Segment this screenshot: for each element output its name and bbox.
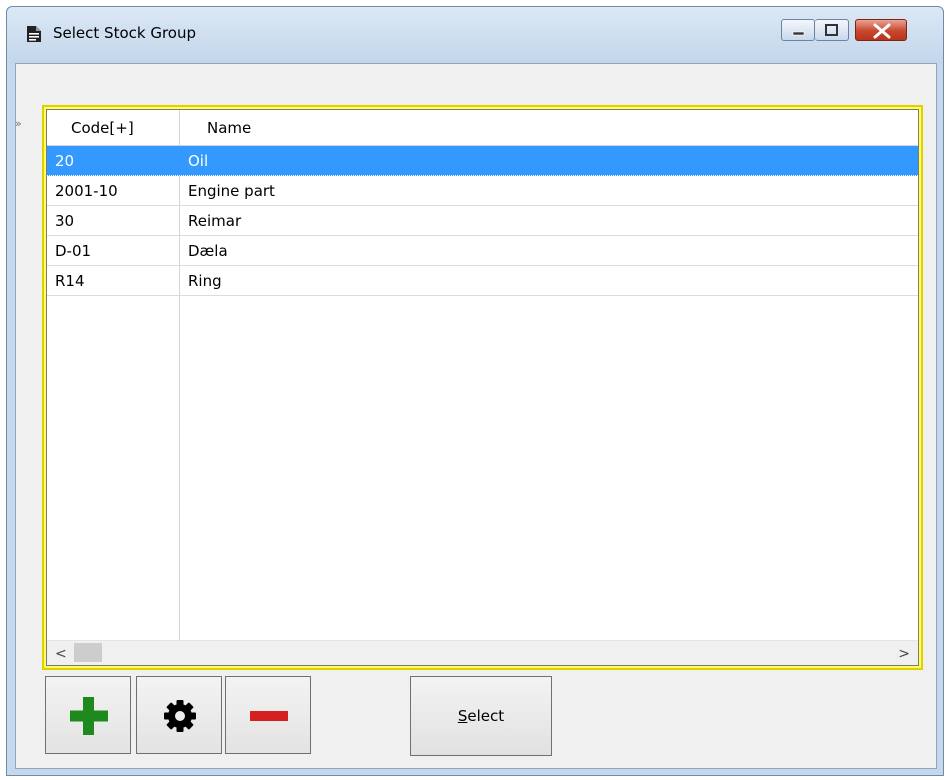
cell-name: Reimar [188,212,242,230]
minus-icon [250,711,288,721]
add-button[interactable] [45,676,131,754]
grid-expand-indicator[interactable]: » [15,117,22,130]
maximize-icon [825,24,838,36]
cell-code: 2001-10 [55,182,118,200]
table-row[interactable]: 20 Oil [47,146,918,176]
cell-name: Engine part [188,182,275,200]
table-row[interactable]: D-01 Dæla [47,236,918,266]
cell-code: R14 [55,272,85,290]
cell-code: 20 [55,152,75,170]
horizontal-scrollbar[interactable]: < > [47,640,918,665]
plus-icon [70,697,108,735]
settings-button[interactable] [136,676,222,754]
minimize-icon [792,31,805,36]
column-header-code[interactable]: Code[+] [71,119,134,137]
minimize-button[interactable] [781,19,815,41]
cell-code: 30 [55,212,75,230]
table-row[interactable]: 30 Reimar [47,206,918,236]
scroll-left-arrow-icon[interactable]: < [55,646,67,662]
select-button-accelerator: S [457,707,468,725]
stock-group-grid[interactable]: Code[+] Name 20 Oil 2001-10 Engine part … [46,109,919,666]
maximize-button[interactable] [815,19,849,41]
scroll-thumb[interactable] [74,643,102,662]
table-row[interactable]: 2001-10 Engine part [47,176,918,206]
grid-header: Code[+] Name [47,110,918,146]
document-icon [27,26,41,42]
gear-icon [164,700,196,732]
column-header-name[interactable]: Name [207,119,251,137]
scroll-right-arrow-icon[interactable]: > [898,646,910,662]
window-title: Select Stock Group [53,24,196,42]
title-bar[interactable]: Select Stock Group [7,7,943,63]
cell-name: Oil [188,152,209,170]
table-row[interactable]: R14 Ring [47,266,918,296]
cell-code: D-01 [55,242,92,260]
select-button-label: elect [467,707,505,725]
cell-name: Ring [188,272,222,290]
select-button[interactable]: Select [410,676,552,756]
cell-name: Dæla [188,242,228,260]
close-icon [873,23,891,39]
close-button[interactable] [855,19,907,41]
remove-button[interactable] [225,676,311,754]
